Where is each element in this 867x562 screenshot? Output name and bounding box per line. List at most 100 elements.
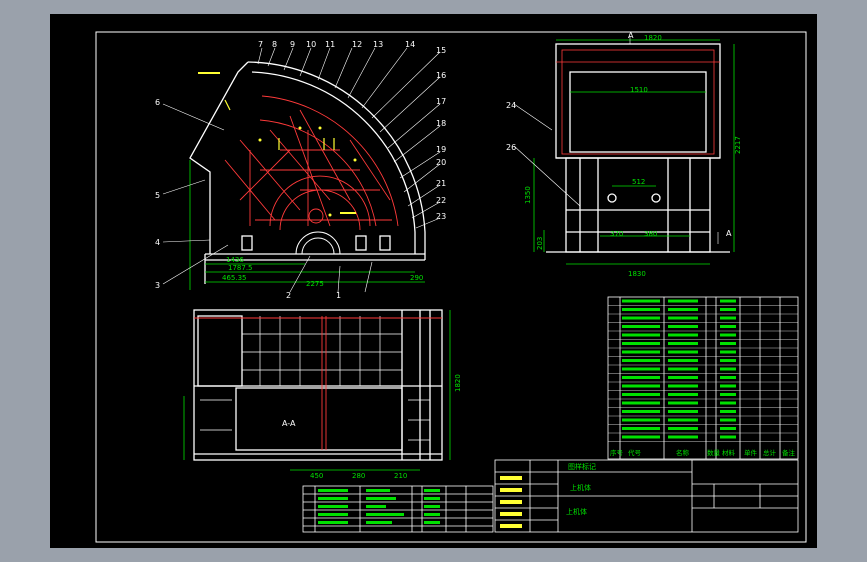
bom-header-total: 总计 (763, 448, 777, 457)
bom-cell-mark (720, 299, 736, 303)
bom-cell-mark (668, 316, 698, 320)
bom-header-no: 序号 (610, 448, 624, 457)
callout-9: 9 (290, 40, 295, 49)
section-mark-bottom: A (726, 229, 732, 238)
bom-cell-mark (668, 350, 698, 354)
bom-cell-mark (720, 393, 736, 396)
dim-2275: 2275 (306, 280, 324, 288)
bom-cell-mark (622, 401, 660, 405)
cad-viewport: 1 2 3 4 5 6 7 8 9 10 11 12 13 14 15 16 1… (50, 14, 817, 548)
bom-cell-mark (668, 401, 698, 405)
title-drawing-name: 上机体 (570, 483, 591, 492)
bom-cell-mark (622, 427, 660, 430)
title-material: 上机体 (566, 507, 587, 516)
callout-14: 14 (405, 40, 415, 49)
callout-24: 24 (506, 101, 516, 110)
bom-cell-mark (622, 435, 660, 439)
callout-20: 20 (436, 158, 446, 167)
dim-380: 380 (644, 230, 657, 238)
bom-cell-mark (622, 299, 660, 303)
section-label: A-A (282, 419, 296, 428)
callout-23: 23 (436, 212, 446, 221)
callout-1: 1 (336, 291, 341, 300)
bom-cell-mark (720, 435, 736, 439)
bom-cell-mark (668, 393, 698, 396)
callout-21: 21 (436, 179, 446, 188)
bom-cell-mark (622, 393, 660, 396)
bom-cell-mark (668, 342, 698, 345)
bom-cell-mark (720, 427, 736, 430)
bom-cell-mark (622, 308, 660, 311)
callout-7: 7 (258, 40, 263, 49)
bom-cell-mark (622, 342, 660, 345)
dim-1436: 1436 (226, 256, 244, 264)
bom-cell-mark (720, 401, 736, 405)
dim-1820-top: 1820 (644, 34, 662, 42)
callout-17: 17 (436, 97, 446, 106)
dim-512: 512 (632, 178, 645, 186)
bom-cell-mark (668, 384, 698, 388)
dim-1787: 1787.5 (228, 264, 253, 272)
bom-cell-mark (720, 418, 736, 422)
bom-cell-mark (668, 418, 698, 422)
callout-11: 11 (325, 40, 335, 49)
bom-header-code: 代号 (628, 448, 642, 457)
bom-cell-mark (622, 367, 660, 371)
dim-2217: 2217 (734, 136, 742, 154)
bom-cell-mark (668, 427, 698, 430)
callout-10: 10 (306, 40, 316, 49)
bom-cell-mark (720, 316, 736, 320)
bom-cell-mark (668, 359, 698, 362)
dim-210: 210 (394, 472, 407, 480)
bom-header-name: 名称 (676, 448, 690, 457)
dim-280: 280 (352, 472, 365, 480)
bom-cell-mark (720, 333, 736, 337)
bom-cell-mark (622, 384, 660, 388)
bom-cell-mark (720, 376, 736, 379)
bom-cell-mark (668, 325, 698, 328)
bom-header-unit: 单件 (744, 448, 758, 457)
bom-cell-mark (668, 367, 698, 371)
dim-290: 290 (410, 274, 423, 282)
bom-cell-mark (622, 350, 660, 354)
callout-19: 19 (436, 145, 446, 154)
callout-12: 12 (352, 40, 362, 49)
bom-header-qty: 数量 (707, 448, 721, 457)
bom-cell-mark (622, 325, 660, 328)
bom-cell-mark (668, 299, 698, 303)
bom-cell-mark (668, 435, 698, 439)
section-mark-top: A (628, 31, 634, 40)
callout-15: 15 (436, 46, 446, 55)
bom-cell-mark (720, 384, 736, 388)
callout-5: 5 (155, 191, 160, 200)
title-heading: 图样标记 (568, 462, 596, 471)
dim-1510: 1510 (630, 86, 648, 94)
bom-cell-mark (720, 325, 736, 328)
bom-cell-mark (668, 333, 698, 337)
dim-1830: 1830 (628, 270, 646, 278)
callout-22: 22 (436, 196, 446, 205)
drawing-sheet (50, 14, 817, 548)
bom-cell-mark (720, 410, 736, 413)
bom-cell-mark (622, 316, 660, 320)
bom-cell-mark (720, 350, 736, 354)
callout-13: 13 (373, 40, 383, 49)
callout-6: 6 (155, 98, 160, 107)
callout-8: 8 (272, 40, 277, 49)
bom-cell-mark (668, 308, 698, 311)
bom-header-remark: 备注 (782, 448, 796, 457)
bom-cell-mark (720, 359, 736, 362)
callout-4: 4 (155, 238, 160, 247)
bom-header-material: 材料 (722, 448, 736, 457)
dim-1350: 1350 (524, 186, 532, 204)
dim-465: 465.35 (222, 274, 247, 282)
dim-370: 370 (610, 230, 623, 238)
dim-203: 203 (536, 237, 544, 250)
bom-cell-mark (622, 333, 660, 337)
bom-cell-mark (622, 410, 660, 413)
bom-cell-mark (668, 410, 698, 413)
callout-3: 3 (155, 281, 160, 290)
bom-cell-mark (720, 308, 736, 311)
bom-cell-mark (622, 376, 660, 379)
bom-cell-mark (622, 418, 660, 422)
